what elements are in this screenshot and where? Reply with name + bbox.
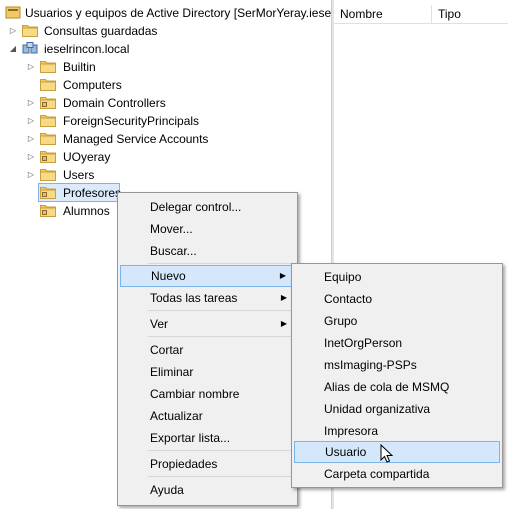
folder-icon bbox=[40, 132, 56, 145]
menu-item-label: Todas las tareas bbox=[150, 291, 238, 305]
menu-item-label: Nuevo bbox=[151, 269, 186, 283]
menu-item-export-list[interactable]: Exportar lista... bbox=[120, 427, 295, 449]
tree-item-label: ForeignSecurityPrincipals bbox=[63, 114, 200, 128]
submenu-arrow-icon: ▶ bbox=[280, 293, 287, 302]
folder-icon bbox=[40, 60, 56, 73]
submenu-arrow-icon: ▶ bbox=[279, 271, 286, 280]
context-menu: Delegar control... Mover... Buscar... Nu… bbox=[117, 192, 298, 506]
folder-icon bbox=[40, 78, 56, 91]
submenu-item-contact[interactable]: Contacto bbox=[294, 288, 500, 310]
ou-icon bbox=[40, 186, 56, 199]
tree-item-profesores[interactable]: Profesores bbox=[38, 183, 122, 202]
expand-arrow-icon[interactable]: ▷ bbox=[26, 94, 36, 112]
submenu-item-computer[interactable]: Equipo bbox=[294, 266, 500, 288]
tree-item-label: UOyeray bbox=[63, 150, 111, 164]
ou-icon bbox=[40, 204, 56, 217]
column-header-nombre[interactable]: Nombre bbox=[334, 5, 432, 23]
menu-item-delegate-control[interactable]: Delegar control... bbox=[120, 196, 295, 218]
folder-icon bbox=[40, 168, 56, 181]
submenu-arrow-icon: ▶ bbox=[280, 319, 287, 328]
tree-item-label: Users bbox=[63, 168, 95, 182]
submenu-item-group[interactable]: Grupo bbox=[294, 310, 500, 332]
menu-separator bbox=[148, 263, 293, 264]
menu-item-all-tasks[interactable]: Todas las tareas ▶ bbox=[120, 287, 295, 309]
submenu-item-inetorgperson[interactable]: InetOrgPerson bbox=[294, 332, 500, 354]
submenu-item-printer[interactable]: Impresora bbox=[294, 420, 500, 442]
ou-icon bbox=[40, 96, 56, 109]
new-submenu: Equipo Contacto Grupo InetOrgPerson msIm… bbox=[291, 263, 503, 488]
tree-item-label: Profesores bbox=[63, 186, 122, 200]
menu-item-find[interactable]: Buscar... bbox=[120, 240, 295, 262]
menu-item-cut[interactable]: Cortar bbox=[120, 339, 295, 361]
ad-console-icon bbox=[5, 6, 21, 19]
menu-separator bbox=[148, 450, 293, 451]
tree-item-label: Builtin bbox=[63, 60, 96, 74]
submenu-item-msimaging-psps[interactable]: msImaging-PSPs bbox=[294, 354, 500, 376]
menu-separator bbox=[148, 336, 293, 337]
menu-item-view[interactable]: Ver ▶ bbox=[120, 313, 295, 335]
submenu-item-shared-folder[interactable]: Carpeta compartida bbox=[294, 463, 500, 485]
menu-item-move[interactable]: Mover... bbox=[120, 218, 295, 240]
menu-item-properties[interactable]: Propiedades bbox=[120, 453, 295, 475]
column-header-row: Nombre Tipo bbox=[334, 5, 508, 24]
submenu-item-msmq-queue-alias[interactable]: Alias de cola de MSMQ bbox=[294, 376, 500, 398]
expand-arrow-icon[interactable]: ▷ bbox=[8, 22, 18, 40]
tree-item-label: ieselrincon.local bbox=[44, 42, 130, 56]
domain-icon bbox=[22, 42, 38, 54]
menu-separator bbox=[148, 310, 293, 311]
menu-separator bbox=[148, 476, 293, 477]
column-header-tipo[interactable]: Tipo bbox=[432, 5, 508, 23]
expand-arrow-icon[interactable]: ▷ bbox=[26, 148, 36, 166]
tree-item-label: Domain Controllers bbox=[63, 96, 166, 110]
submenu-item-user[interactable]: Usuario bbox=[294, 441, 500, 463]
folder-icon bbox=[22, 24, 38, 37]
menu-item-rename[interactable]: Cambiar nombre bbox=[120, 383, 295, 405]
submenu-item-organizational-unit[interactable]: Unidad organizativa bbox=[294, 398, 500, 420]
mouse-cursor-icon bbox=[380, 444, 394, 463]
expand-arrow-icon[interactable]: ▷ bbox=[26, 58, 36, 76]
menu-item-new[interactable]: Nuevo ▶ bbox=[120, 265, 295, 287]
menu-item-label: Ver bbox=[150, 317, 169, 331]
ou-icon bbox=[40, 150, 56, 163]
menu-item-help[interactable]: Ayuda bbox=[120, 479, 295, 501]
tree-item-label: Consultas guardadas bbox=[44, 24, 158, 38]
tree-item-label: Computers bbox=[63, 78, 122, 92]
menu-item-refresh[interactable]: Actualizar bbox=[120, 405, 295, 427]
tree-item-label: Alumnos bbox=[63, 204, 110, 218]
tree-item-label: Managed Service Accounts bbox=[63, 132, 209, 146]
collapse-arrow-icon[interactable]: ◢ bbox=[8, 40, 18, 58]
menu-item-delete[interactable]: Eliminar bbox=[120, 361, 295, 383]
expand-arrow-icon[interactable]: ▷ bbox=[26, 166, 36, 184]
tree-root-label: Usuarios y equipos de Active Directory [… bbox=[25, 6, 331, 20]
expand-arrow-icon[interactable]: ▷ bbox=[26, 130, 36, 148]
expand-arrow-icon[interactable]: ▷ bbox=[26, 112, 36, 130]
folder-icon bbox=[40, 114, 56, 127]
